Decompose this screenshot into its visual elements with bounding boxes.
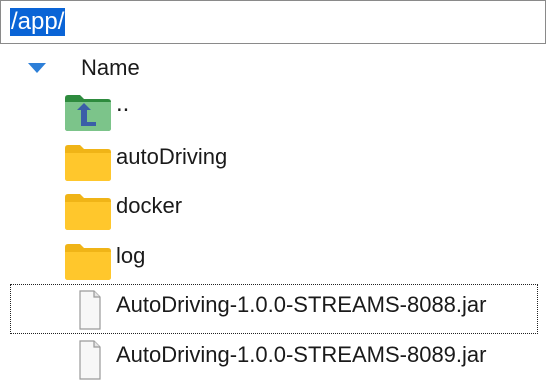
item-name: AutoDriving-1.0.0-STREAMS-8089.jar (116, 341, 487, 367)
item-name: log (116, 242, 146, 268)
list-item-folder[interactable]: docker (0, 185, 548, 235)
list-item-parent[interactable]: .. (0, 86, 548, 136)
list-item-file[interactable]: AutoDriving-1.0.0-STREAMS-8089.jar (0, 334, 548, 384)
column-header[interactable]: Name (0, 52, 548, 84)
list-item-folder[interactable]: autoDriving (0, 136, 548, 186)
path-input[interactable]: /app/ (0, 0, 546, 44)
file-list: .. autoDriving docker log AutoDriving-1.… (0, 86, 548, 383)
folder-icon (65, 144, 111, 181)
item-name: docker (116, 193, 183, 218)
folder-icon (65, 243, 111, 280)
file-icon (79, 290, 101, 330)
list-item-folder[interactable]: log (0, 235, 548, 285)
item-name: AutoDriving-1.0.0-STREAMS-8088.jar (116, 292, 487, 317)
parent-folder-icon (65, 95, 111, 131)
folder-icon (65, 194, 111, 230)
list-item-file-focused[interactable]: AutoDriving-1.0.0-STREAMS-8088.jar (10, 284, 538, 334)
name-column-header[interactable]: Name (81, 55, 140, 81)
sort-descending-icon[interactable] (28, 63, 46, 73)
path-text-selected[interactable]: /app/ (10, 8, 66, 36)
file-icon (79, 339, 101, 380)
item-name: .. (116, 90, 130, 117)
file-browser: /app/ Name .. autoDriving docker log Aut… (0, 0, 548, 390)
item-name: autoDriving (116, 143, 228, 169)
